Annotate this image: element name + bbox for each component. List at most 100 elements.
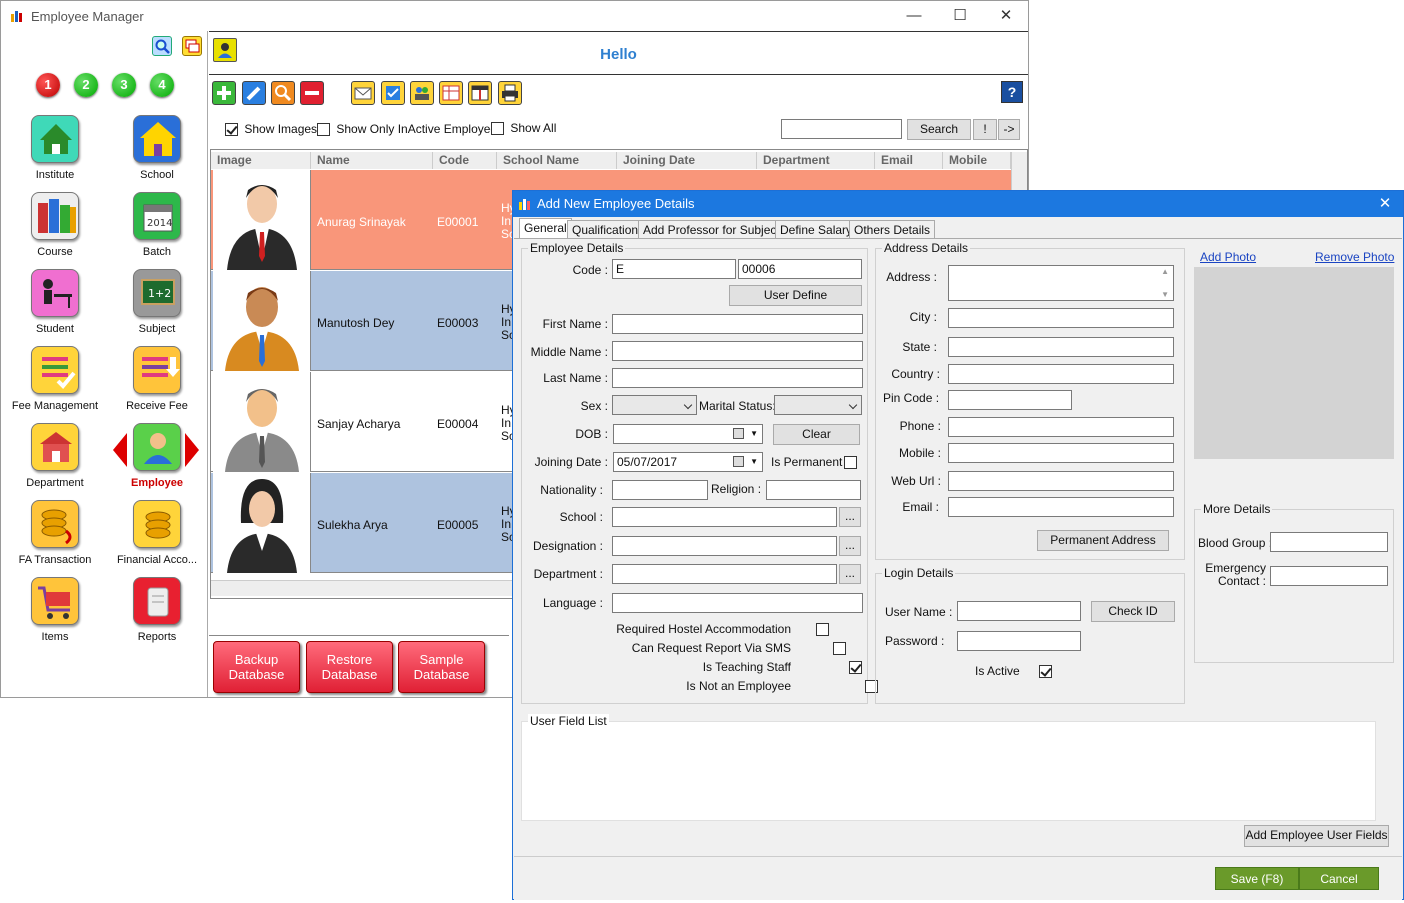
user-define-button[interactable]: User Define — [729, 285, 862, 306]
middle-name-input[interactable] — [612, 341, 863, 361]
module-subject[interactable]: 1+2 Subject — [107, 269, 207, 335]
calendar-icon[interactable] — [733, 456, 744, 467]
module-course[interactable]: Course — [5, 192, 105, 258]
module-student[interactable]: Student — [5, 269, 105, 335]
module-financial-accounts[interactable]: Financial Acco... — [107, 500, 207, 566]
column-header-school[interactable]: School Name — [497, 152, 617, 169]
delete-button[interactable] — [300, 81, 324, 105]
clear-button[interactable]: Clear — [773, 424, 860, 445]
password-input[interactable] — [957, 631, 1081, 651]
sex-select[interactable] — [612, 395, 697, 415]
column-header-email[interactable]: Email — [875, 152, 943, 169]
tab-define-salary[interactable]: Define Salary — [775, 220, 858, 238]
calendar-icon[interactable] — [733, 428, 744, 439]
users-button[interactable] — [410, 81, 434, 105]
designation-input[interactable] — [612, 536, 837, 556]
grid-button[interactable] — [439, 81, 463, 105]
blood-group-input[interactable] — [1270, 532, 1388, 552]
search-input[interactable] — [781, 119, 902, 139]
show-all-checkbox[interactable] — [491, 122, 504, 136]
user-name-input[interactable] — [957, 601, 1081, 621]
add-photo-link[interactable]: Add Photo — [1200, 250, 1256, 264]
joining-date-picker[interactable]: 05/07/2017 ▼ — [613, 452, 763, 472]
school-input[interactable] — [612, 507, 837, 527]
arrow-button[interactable]: -> — [998, 119, 1020, 140]
language-input[interactable] — [612, 593, 863, 613]
marital-status-select[interactable] — [774, 395, 862, 415]
is-permanent-checkbox[interactable] — [844, 456, 857, 470]
pin-code-input[interactable] — [948, 390, 1072, 410]
number-button-1[interactable]: 1 — [36, 73, 60, 97]
tab-qualification[interactable]: Qualification — [567, 220, 644, 238]
hostel-checkbox[interactable] — [816, 623, 830, 637]
show-all-option[interactable]: Show All — [491, 121, 556, 136]
phone-input[interactable] — [948, 417, 1174, 437]
code-prefix-input[interactable]: E — [612, 259, 736, 279]
dob-picker[interactable]: ▼ — [613, 424, 763, 444]
nationality-input[interactable] — [612, 480, 708, 500]
school-browse-button[interactable]: ... — [839, 507, 861, 527]
module-department[interactable]: Department — [5, 423, 105, 489]
email-input[interactable] — [948, 497, 1174, 517]
chevron-down-icon[interactable]: ▼ — [750, 457, 758, 466]
photo-box[interactable] — [1194, 267, 1394, 459]
city-input[interactable] — [948, 308, 1174, 328]
cancel-button[interactable]: Cancel — [1299, 867, 1379, 890]
exclaim-button[interactable]: ! — [973, 119, 997, 140]
column-header-name[interactable]: Name — [311, 152, 433, 169]
state-input[interactable] — [948, 337, 1174, 357]
backup-database-button[interactable]: Backup Database — [213, 641, 300, 693]
find-button[interactable] — [271, 81, 295, 105]
email-button[interactable] — [351, 81, 375, 105]
check-id-button[interactable]: Check ID — [1091, 601, 1175, 622]
search-button[interactable]: Search — [907, 119, 971, 140]
scroll-down-icon[interactable]: ▼ — [1161, 290, 1169, 299]
show-inactive-option[interactable]: Show Only InActive Employee — [317, 122, 497, 137]
column-header-image[interactable]: Image — [211, 152, 311, 169]
mobile-input[interactable] — [948, 443, 1174, 463]
department-browse-button[interactable]: ... — [839, 564, 861, 584]
emergency-contact-input[interactable] — [1270, 566, 1388, 586]
column-header-code[interactable]: Code — [433, 152, 497, 169]
country-input[interactable] — [948, 364, 1174, 384]
sample-database-button[interactable]: Sample Database — [398, 641, 485, 693]
remove-photo-link[interactable]: Remove Photo — [1315, 250, 1394, 264]
save-button[interactable]: Save (F8) — [1215, 867, 1299, 890]
maximize-button[interactable]: ☐ — [945, 5, 975, 27]
module-receive-fee[interactable]: Receive Fee — [107, 346, 207, 412]
web-url-input[interactable] — [948, 471, 1174, 491]
tab-add-professor[interactable]: Add Professor for Subjects — [638, 220, 791, 238]
tab-others-details[interactable]: Others Details — [849, 220, 936, 238]
module-fee-management[interactable]: Fee Management — [5, 346, 105, 412]
show-images-checkbox[interactable] — [225, 123, 238, 137]
sms-checkbox[interactable] — [832, 642, 846, 656]
module-employee[interactable]: Employee — [107, 423, 207, 489]
code-number-input[interactable]: 00006 — [738, 259, 862, 279]
designation-browse-button[interactable]: ... — [839, 536, 861, 556]
teaching-staff-checkbox[interactable] — [849, 661, 863, 675]
show-inactive-checkbox[interactable] — [317, 123, 330, 137]
windows-tool-button[interactable] — [182, 36, 202, 56]
number-button-2[interactable]: 2 — [74, 73, 98, 97]
checklist-button[interactable] — [381, 81, 405, 105]
column-header-joining-date[interactable]: Joining Date — [617, 152, 757, 169]
scroll-up-icon[interactable]: ▲ — [1161, 267, 1169, 276]
column-header-department[interactable]: Department — [757, 152, 875, 169]
department-input[interactable] — [612, 564, 837, 584]
add-button[interactable] — [212, 81, 236, 105]
number-button-4[interactable]: 4 — [150, 73, 174, 97]
religion-input[interactable] — [766, 480, 861, 500]
minimize-button[interactable]: — — [899, 5, 929, 27]
dialog-close-button[interactable]: ✕ — [1373, 194, 1397, 214]
module-school[interactable]: School — [107, 115, 207, 181]
print-button[interactable] — [498, 81, 522, 105]
tab-general[interactable]: General — [519, 218, 572, 239]
close-button[interactable]: ✕ — [991, 5, 1021, 27]
module-batch[interactable]: 2014 Batch — [107, 192, 207, 258]
show-images-option[interactable]: Show Images — [225, 122, 317, 137]
module-fa-transaction[interactable]: FA Transaction — [5, 500, 105, 566]
module-institute[interactable]: Institute — [5, 115, 105, 181]
number-button-3[interactable]: 3 — [112, 73, 136, 97]
help-button[interactable]: ? — [1001, 81, 1023, 103]
permanent-address-button[interactable]: Permanent Address — [1037, 530, 1169, 551]
